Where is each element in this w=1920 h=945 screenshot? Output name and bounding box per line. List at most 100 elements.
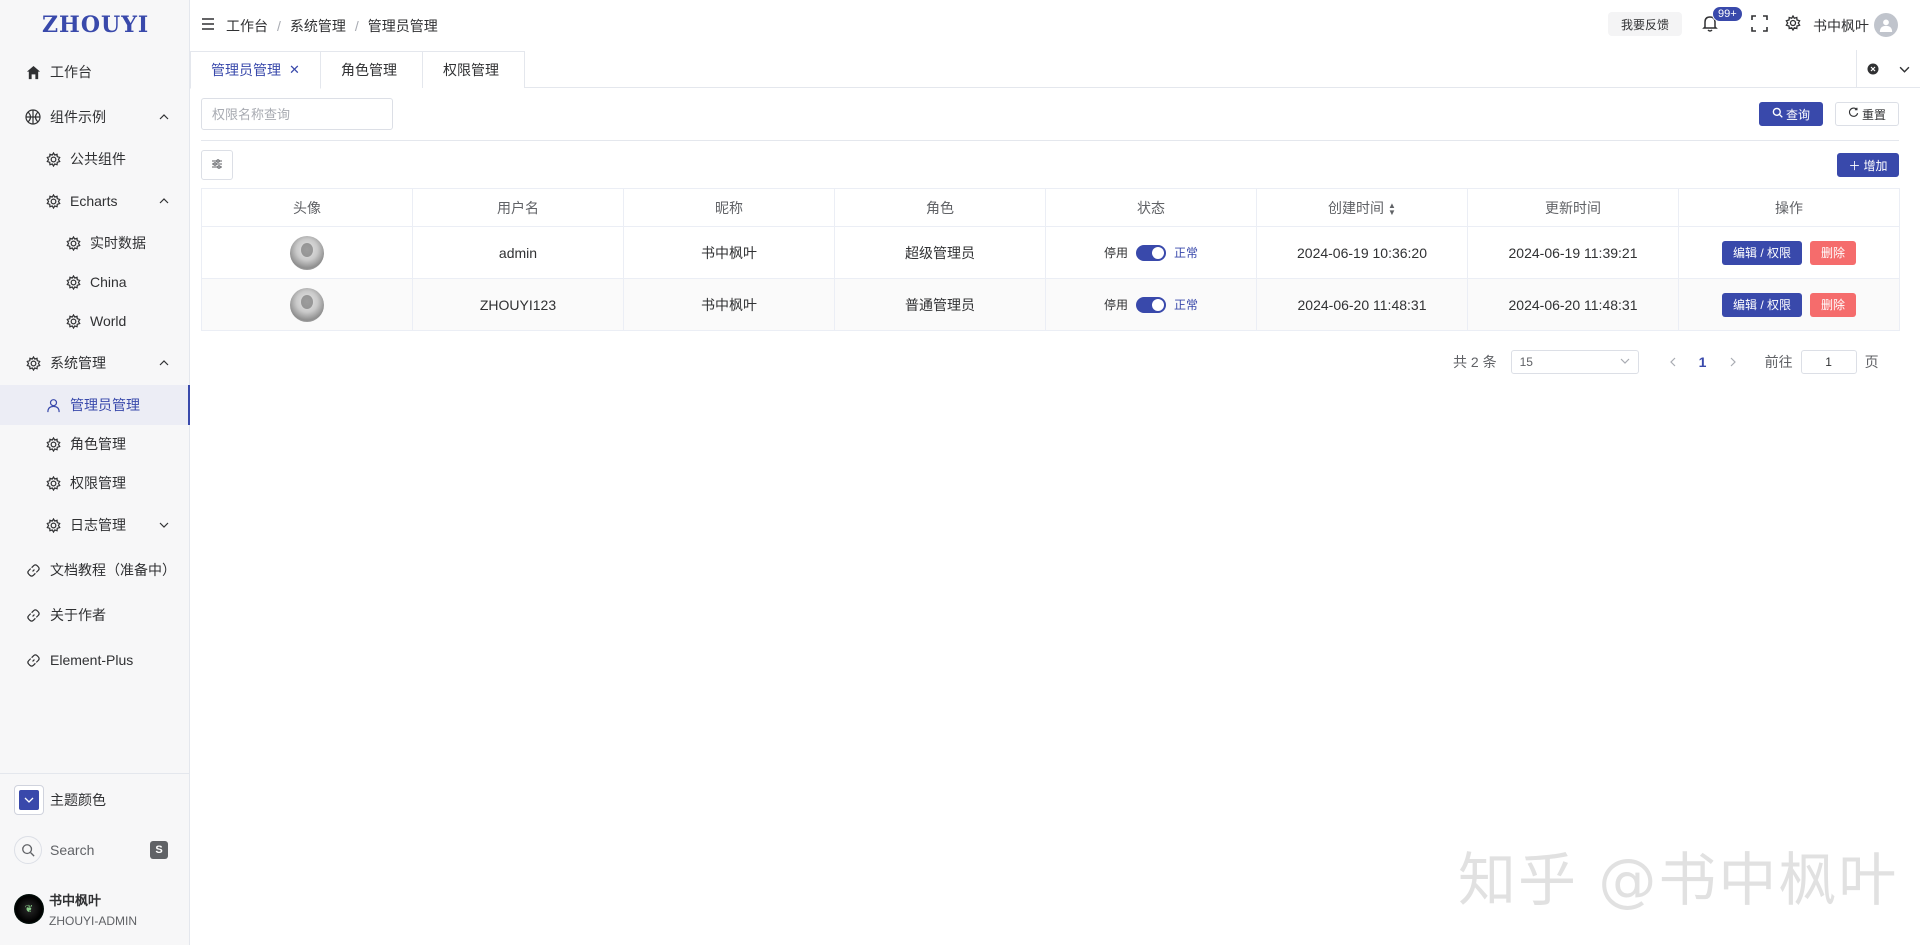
column-header: 操作: [1678, 188, 1900, 227]
sidebar-item-china[interactable]: China: [0, 262, 190, 302]
sidebar-user[interactable]: ❦ 书中枫叶 ZHOUYI-ADMIN: [14, 890, 137, 928]
gear-icon: [44, 516, 62, 534]
delete-button[interactable]: 删除: [1810, 292, 1857, 317]
updated-cell: 2024-06-20 11:48:31: [1467, 278, 1679, 331]
total-count: 共 2 条: [1453, 354, 1497, 370]
sidebar-item-element-plus[interactable]: Element-Plus: [0, 640, 190, 680]
status-switch-group: 停用 正常: [1046, 244, 1256, 261]
sidebar-item-label: 公共组件: [70, 151, 126, 167]
sidebar-footer: 主题颜色 Search S ❦ 书中枫叶 ZHOUYI-ADMIN: [0, 773, 190, 945]
sort-icon[interactable]: ▲ ▼: [1388, 201, 1396, 216]
goto-page-input[interactable]: 1: [1800, 350, 1857, 374]
column-header-label: 创建时间: [1328, 199, 1385, 216]
top-header: 工作台 / 系统管理 / 管理员管理 我要反馈 99+ 书中枫叶: [190, 0, 1920, 50]
sidebar-item-permission-management[interactable]: 权限管理: [0, 463, 190, 503]
column-header: 昵称: [623, 188, 835, 227]
tab-permission-management[interactable]: 权限管理: [422, 51, 525, 88]
theme-color-picker[interactable]: 主题颜色: [14, 785, 106, 815]
settings-icon[interactable]: [1785, 14, 1803, 33]
link-icon: [24, 606, 42, 624]
sidebar-item-realtime[interactable]: 实时数据: [0, 223, 190, 263]
sidebar-item-system[interactable]: 系统管理: [0, 343, 190, 383]
column-header-sortable[interactable]: 创建时间 ▲ ▼: [1256, 188, 1468, 227]
username-cell: admin: [412, 226, 624, 279]
tab-role-management[interactable]: 角色管理: [320, 51, 423, 88]
sidebar-item-label: 关于作者: [50, 607, 106, 623]
status-off-label: 停用: [1103, 246, 1128, 260]
user-icon: [44, 396, 62, 414]
close-icon[interactable]: ✕: [289, 62, 300, 78]
gear-icon: [64, 234, 82, 252]
column-header: 更新时间: [1467, 188, 1679, 227]
column-header: 用户名: [412, 188, 624, 227]
sidebar: ZHOUYI 工作台 组件示例 公共组件 Echarts 实时数据 China …: [0, 0, 190, 945]
menu-toggle-icon[interactable]: [201, 17, 217, 31]
sidebar-item-label: Element-Plus: [50, 652, 134, 668]
edit-permission-button[interactable]: 编辑 / 权限: [1721, 240, 1802, 265]
breadcrumb-item[interactable]: 系统管理: [290, 16, 346, 36]
sidebar-item-components[interactable]: 组件示例: [0, 97, 190, 137]
sidebar-item-dashboard[interactable]: 工作台: [0, 52, 190, 92]
search-icon: [14, 836, 42, 864]
tab-tools: [1856, 50, 1920, 88]
row-actions: 编辑 / 权限 删除: [1679, 240, 1899, 265]
column-header: 头像: [201, 188, 413, 227]
plus-icon: ＋: [1848, 158, 1861, 173]
fullscreen-icon[interactable]: [1751, 15, 1769, 33]
header-username[interactable]: 书中枫叶: [1813, 16, 1869, 36]
chevron-up-icon: [158, 111, 170, 123]
chevron-down-icon[interactable]: [1889, 50, 1920, 88]
nickname-cell: 书中枫叶: [623, 278, 835, 331]
goto-label: 前往: [1764, 354, 1793, 370]
sidebar-item-label: China: [90, 274, 127, 290]
add-button[interactable]: ＋ 增加: [1837, 153, 1899, 177]
updated-cell: 2024-06-19 11:39:21: [1467, 226, 1679, 279]
gear-icon: [44, 435, 62, 453]
prev-page-button[interactable]: [1663, 354, 1683, 370]
gear-icon: [24, 354, 42, 372]
tab-admin-management[interactable]: 管理员管理 ✕: [190, 51, 321, 89]
theme-swatch[interactable]: [14, 785, 44, 815]
delete-button[interactable]: 删除: [1810, 240, 1857, 265]
sidebar-item-world[interactable]: World: [0, 301, 190, 341]
status-switch-group: 停用 正常: [1046, 296, 1256, 313]
gear-icon: [44, 150, 62, 168]
avatar[interactable]: [1874, 13, 1898, 37]
sidebar-item-label: 权限管理: [70, 475, 126, 491]
chevron-down-icon: [158, 519, 170, 531]
sidebar-item-label: 组件示例: [50, 109, 106, 125]
add-label: 增加: [1863, 158, 1888, 173]
reset-button[interactable]: 重置: [1835, 102, 1899, 126]
feedback-button[interactable]: 我要反馈: [1608, 12, 1682, 36]
sidebar-item-label: 工作台: [50, 64, 92, 80]
sidebar-item-label: Echarts: [70, 193, 118, 209]
sidebar-item-public-components[interactable]: 公共组件: [0, 139, 190, 179]
permission-search-input[interactable]: [201, 98, 393, 130]
divider: [201, 140, 1899, 141]
search-icon: [1772, 107, 1783, 121]
sidebar-item-log-management[interactable]: 日志管理: [0, 505, 190, 545]
breadcrumb-item[interactable]: 工作台: [226, 16, 268, 36]
sidebar-item-docs[interactable]: 文档教程（准备中）: [0, 550, 190, 590]
app-logo[interactable]: ZHOUYI: [0, 0, 189, 50]
sidebar-search[interactable]: Search S: [14, 834, 174, 866]
status-switch[interactable]: [1136, 244, 1166, 261]
sidebar-item-admin-management[interactable]: 管理员管理: [0, 385, 190, 425]
chevron-up-icon: [158, 195, 170, 207]
close-circle-icon[interactable]: [1857, 50, 1889, 88]
sidebar-item-echarts[interactable]: Echarts: [0, 181, 190, 221]
column-header: 状态: [1045, 188, 1257, 227]
sidebar-item-about[interactable]: 关于作者: [0, 595, 190, 635]
next-page-button[interactable]: [1723, 354, 1743, 370]
username-cell: ZHOUYI123: [412, 278, 624, 331]
watermark: 知乎 @书中枫叶: [1458, 846, 1899, 914]
page-size-select[interactable]: 15: [1510, 350, 1639, 374]
status-switch[interactable]: [1136, 296, 1166, 313]
column-filter-button[interactable]: [201, 150, 233, 180]
tabs-bar: 管理员管理 ✕ 角色管理 权限管理: [190, 50, 1920, 89]
sidebar-item-role-management[interactable]: 角色管理: [0, 424, 190, 464]
query-button[interactable]: 查询: [1759, 102, 1823, 126]
search-label: Search: [50, 842, 95, 858]
edit-permission-button[interactable]: 编辑 / 权限: [1721, 292, 1802, 317]
page-number[interactable]: 1: [1683, 354, 1723, 370]
